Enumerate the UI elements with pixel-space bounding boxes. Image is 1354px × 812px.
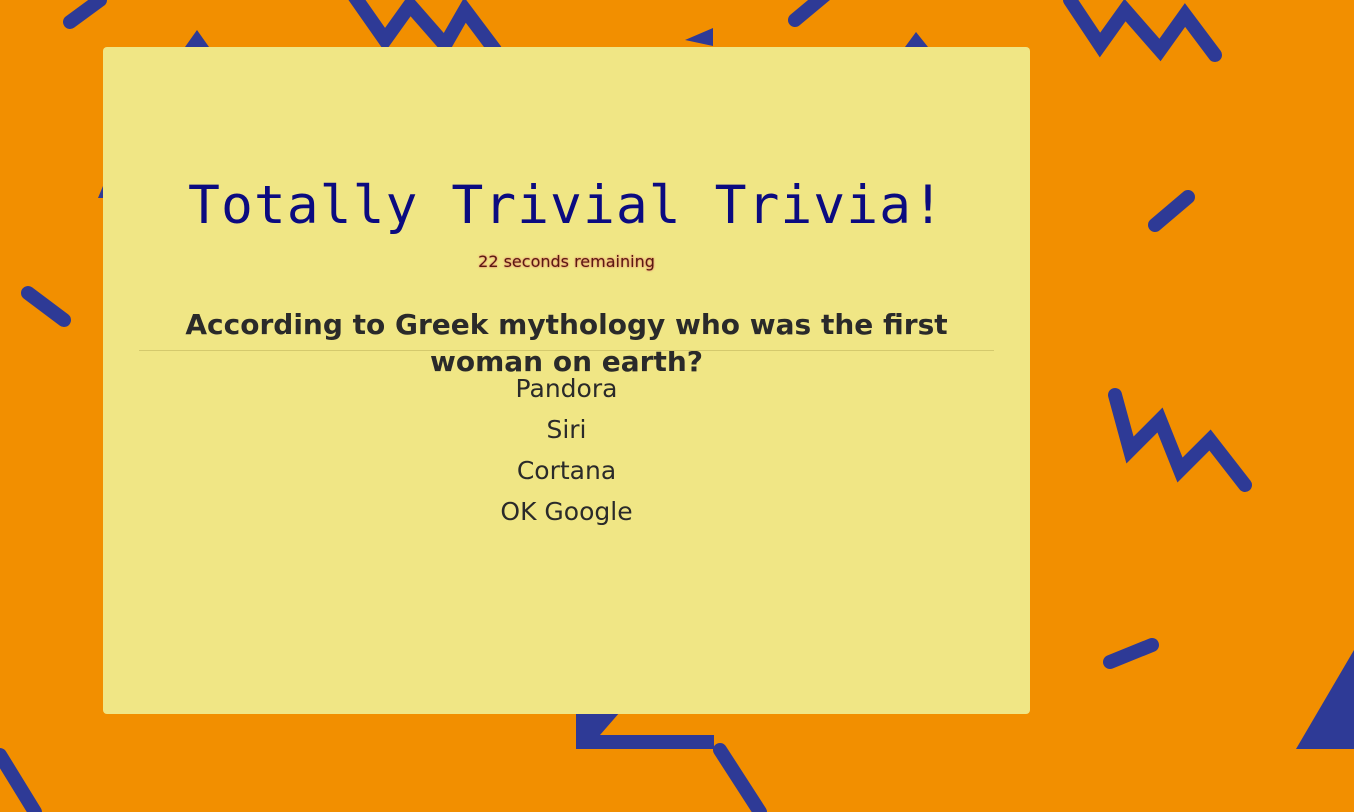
- answer-option-pandora[interactable]: Pandora: [516, 368, 618, 409]
- countdown-timer: 22 seconds remaining: [478, 252, 655, 271]
- answer-list: Pandora Siri Cortana OK Google: [103, 368, 1030, 532]
- dash-shape: [788, 0, 830, 27]
- divider: [139, 350, 994, 351]
- zigzag-shape: [1063, 0, 1222, 62]
- triangle-shape: [1296, 650, 1354, 749]
- page-title: Totally Trivial Trivia!: [188, 175, 945, 236]
- dash-shape: [713, 743, 767, 812]
- answer-option-siri[interactable]: Siri: [546, 409, 586, 450]
- shape-fragment: [185, 30, 209, 47]
- triangle-shape: [576, 712, 714, 749]
- dash-shape: [21, 286, 71, 327]
- answer-option-cortana[interactable]: Cortana: [517, 450, 616, 491]
- dash-shape: [63, 0, 107, 29]
- zigzag-shape: [348, 0, 502, 58]
- answer-option-ok-google[interactable]: OK Google: [500, 491, 632, 532]
- dash-shape: [1103, 638, 1159, 669]
- trivia-card: Totally Trivial Trivia! 22 seconds remai…: [103, 47, 1030, 714]
- dash-shape: [0, 748, 42, 812]
- shape-fragment: [685, 28, 713, 46]
- dash-shape: [1148, 190, 1195, 232]
- shape-fragment: [905, 32, 928, 47]
- zigzag-shape: [1108, 388, 1252, 492]
